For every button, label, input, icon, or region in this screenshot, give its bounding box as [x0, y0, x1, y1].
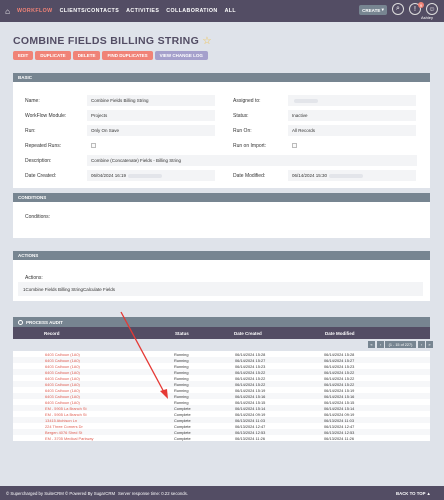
last-page-icon[interactable]: »: [426, 341, 433, 348]
column-record[interactable]: Record: [44, 331, 60, 336]
first-page-icon[interactable]: «: [368, 341, 375, 348]
date-modified-text: 06/14/2024 15:30: [292, 173, 328, 178]
date-modified-cell: 06/13/2024 11:26: [324, 436, 354, 441]
process-audit-rows: 6403 Calhoun (1A0) Running 06/14/2024 15:2…: [13, 351, 430, 441]
prev-page-icon[interactable]: ‹: [377, 341, 384, 348]
notification-badge: 9: [418, 2, 424, 8]
run-on-value: All Records: [288, 125, 416, 136]
edit-button[interactable]: EDIT: [13, 51, 34, 60]
table-row: EM - 3705 Medical Parkway Complete 06/13/2…: [13, 435, 430, 441]
repeated-runs-label: Repeated Runs:: [25, 143, 62, 149]
assigned-value: [288, 95, 416, 106]
basic-panel-header[interactable]: BASIC: [13, 73, 430, 82]
favorite-star-icon[interactable]: ☆: [202, 35, 212, 47]
footer-credits[interactable]: © Supercharged by SuiteCRM © Powered By …: [6, 491, 115, 496]
nav-item-clients-contacts[interactable]: CLIENTS/CONTACTS: [60, 8, 120, 14]
page-title-text: COMBINE FIELDS BILLING STRING: [13, 35, 200, 47]
run-label: Run:: [25, 128, 36, 134]
status-cell: Complete: [174, 436, 191, 441]
module-value: Projects: [87, 110, 215, 121]
process-audit-header[interactable]: PROCESS AUDIT: [13, 317, 430, 327]
back-to-top-link[interactable]: BACK TO TOP ▲: [396, 491, 431, 496]
collapse-icon[interactable]: [18, 319, 23, 325]
status-value: Inactive: [288, 110, 416, 121]
actions-panel-header[interactable]: ACTIONS: [13, 251, 430, 260]
date-created-cell: 06/13/2024 11:26: [235, 436, 265, 441]
create-button[interactable]: CREATE ▾: [359, 5, 387, 15]
footer-server-time: Server response time: 0.22 seconds.: [118, 491, 188, 496]
create-label: CREATE: [362, 7, 381, 13]
date-modified-redacted: [329, 173, 364, 178]
pagination-bar: « ‹ (1 - 15 of 227) › »: [13, 339, 433, 351]
user-avatar-icon[interactable]: ☺: [426, 3, 438, 15]
duplicate-button[interactable]: DUPLICATE: [35, 51, 71, 60]
date-created-label: Date Created:: [25, 173, 57, 179]
actions-value: 1Combine Fields Billing StringCalculate …: [18, 282, 423, 296]
record-link[interactable]: EM - 3705 Medical Parkway: [45, 436, 93, 441]
run-on-import-value: [288, 140, 416, 151]
pagination-count: (1 - 15 of 227): [385, 341, 416, 348]
run-on-label: Run On:: [233, 128, 252, 134]
run-value: Only On Save: [87, 125, 215, 136]
date-modified-label: Date Modified:: [233, 173, 266, 179]
search-icon[interactable]: ⌕: [392, 3, 404, 15]
view-change-log-button[interactable]: VIEW CHANGE LOG: [154, 51, 208, 60]
top-navbar: ⌂ WORKFLOW CLIENTS/CONTACTS ACTIVITIES C…: [0, 0, 444, 22]
name-label: Name:: [25, 98, 40, 104]
assigned-label: Assigned to:: [233, 98, 261, 104]
action-buttons: EDIT DUPLICATE DELETE FIND DUPLICATES VI…: [13, 51, 208, 60]
process-audit-column-headers: Record Status Date Created Date Modified: [13, 327, 430, 339]
run-on-import-checkbox: [292, 143, 297, 148]
nav-item-all[interactable]: ALL: [225, 8, 237, 14]
conditions-panel: CONDITIONS Conditions:: [13, 193, 430, 238]
actions-label: Actions:: [25, 275, 43, 281]
description-value: Combine (Concatenate) Fields - Billing S…: [87, 155, 417, 166]
date-created-text: 06/04/2024 16:19: [91, 173, 127, 178]
find-duplicates-button[interactable]: FIND DUPLICATES: [102, 51, 153, 60]
assigned-value-redacted: [294, 98, 318, 103]
name-value: Combine Fields Billing String: [87, 95, 215, 106]
column-status[interactable]: Status: [175, 331, 189, 336]
nav-item-activities[interactable]: ACTIVITIES: [126, 8, 159, 14]
run-on-import-label: Run on Import:: [233, 143, 267, 149]
column-date-modified[interactable]: Date Modified: [325, 331, 355, 336]
nav-item-collaboration[interactable]: COLLABORATION: [166, 8, 217, 14]
conditions-panel-header[interactable]: CONDITIONS: [13, 193, 430, 202]
actions-panel: ACTIONS Actions: 1Combine Fields Billing…: [13, 251, 430, 301]
date-created-redacted: [128, 173, 163, 178]
process-audit-title: PROCESS AUDIT: [26, 319, 63, 325]
delete-button[interactable]: DELETE: [72, 51, 101, 60]
page-title: COMBINE FIELDS BILLING STRING ☆: [13, 35, 212, 47]
home-icon[interactable]: ⌂: [3, 7, 12, 16]
next-page-icon[interactable]: ›: [418, 341, 425, 348]
repeated-runs-checkbox: [91, 143, 96, 148]
basic-panel: BASIC Name: Combine Fields Billing Strin…: [13, 73, 430, 188]
footer: © Supercharged by SuiteCRM © Powered By …: [0, 486, 444, 500]
user-name[interactable]: Ashley: [421, 15, 433, 20]
description-label: Description:: [25, 158, 52, 164]
date-modified-value: 06/14/2024 15:30: [288, 170, 416, 181]
conditions-label: Conditions:: [25, 214, 51, 220]
status-label: Status:: [233, 113, 249, 119]
column-date-created[interactable]: Date Created: [234, 331, 262, 336]
module-label: WorkFlow Module:: [25, 113, 67, 119]
nav-item-workflow[interactable]: WORKFLOW: [17, 8, 53, 14]
repeated-runs-value: [87, 140, 215, 151]
date-created-value: 06/04/2024 16:19: [87, 170, 215, 181]
